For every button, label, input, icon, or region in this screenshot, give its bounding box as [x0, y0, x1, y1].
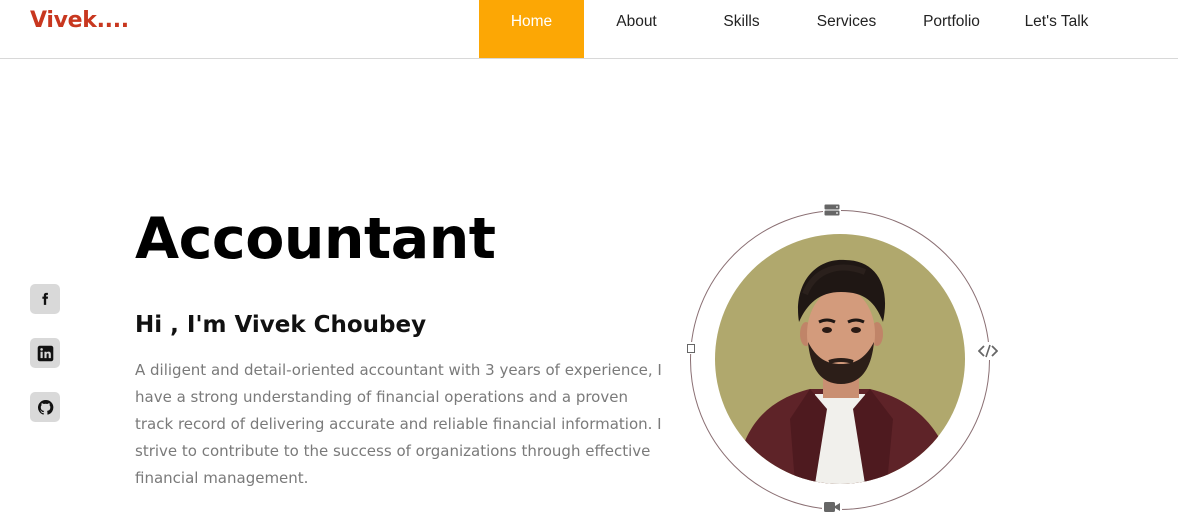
code-icon	[977, 342, 999, 360]
server-icon	[823, 203, 841, 217]
video-icon	[822, 500, 842, 514]
nav-skills[interactable]: Skills	[689, 0, 794, 58]
profile-photo	[715, 234, 965, 484]
facebook-link[interactable]	[30, 284, 60, 314]
github-icon	[37, 399, 53, 415]
linkedin-link[interactable]	[30, 338, 60, 368]
nav-lets-talk[interactable]: Let's Talk	[1004, 0, 1109, 58]
nav-portfolio[interactable]: Portfolio	[899, 0, 1004, 58]
square-icon	[686, 342, 696, 354]
nav-home[interactable]: Home	[479, 0, 584, 58]
hero-greeting: Hi , I'm Vivek Choubey	[135, 312, 427, 338]
nav-services[interactable]: Services	[794, 0, 899, 58]
github-link[interactable]	[30, 392, 60, 422]
navbar: Vivek.... Home About Skills Services Por…	[0, 0, 1178, 59]
person-illustration	[735, 259, 955, 484]
social-links	[30, 284, 60, 446]
site-logo[interactable]: Vivek....	[30, 8, 129, 33]
hero-description: A diligent and detail-oriented accountan…	[135, 361, 662, 487]
hero-title: Accountant	[135, 206, 496, 272]
linkedin-icon	[37, 345, 53, 361]
nav-about[interactable]: About	[584, 0, 689, 58]
facebook-icon	[42, 292, 49, 305]
